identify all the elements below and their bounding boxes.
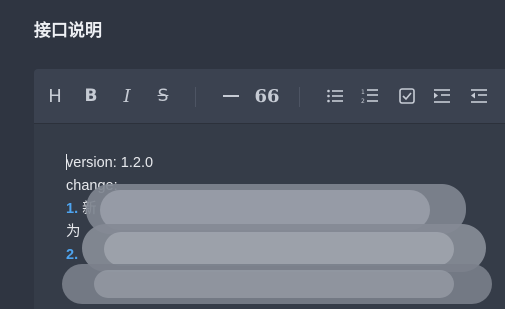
- redaction-blur: [94, 270, 454, 298]
- ordered-list-button[interactable]: 1 2: [356, 82, 384, 110]
- strikethrough-button[interactable]: S: [149, 82, 177, 110]
- toolbar-divider: [299, 87, 300, 107]
- svg-text:2: 2: [361, 98, 365, 105]
- indent-button[interactable]: [428, 82, 456, 110]
- section-title: 接口说明: [34, 21, 102, 41]
- redaction-blur: [104, 232, 454, 266]
- bullet-list-button[interactable]: [321, 82, 349, 110]
- horizontal-rule-icon: [223, 95, 239, 97]
- markdown-editor[interactable]: H B I S 66 1 2 version: 1.2.0 change: 1.…: [34, 69, 505, 309]
- ordered-list-icon: 1 2: [361, 89, 378, 105]
- editor-toolbar: H B I S 66 1 2: [34, 69, 505, 124]
- list-item-text: 为: [66, 224, 81, 240]
- list-number: 1.: [66, 201, 79, 217]
- indent-icon: [434, 89, 450, 103]
- checkbox-icon: [399, 88, 415, 104]
- heading-button[interactable]: H: [41, 82, 69, 110]
- version-text: version: 1.2.0: [66, 155, 154, 171]
- list-number: 2.: [66, 247, 79, 263]
- toolbar-divider: [195, 87, 196, 107]
- checkbox-list-button[interactable]: [393, 82, 421, 110]
- svg-text:1: 1: [361, 89, 365, 96]
- italic-button[interactable]: I: [113, 82, 141, 110]
- content-line: version: 1.2.0: [66, 152, 153, 175]
- horizontal-rule-button[interactable]: [217, 82, 245, 110]
- bold-button[interactable]: B: [77, 82, 105, 110]
- outdent-icon: [471, 89, 487, 103]
- editor-content[interactable]: version: 1.2.0 change: 1. 新 为 2.: [34, 124, 505, 309]
- quote-button[interactable]: 66: [253, 82, 281, 110]
- outdent-button[interactable]: [465, 82, 493, 110]
- bullet-list-icon: [327, 89, 343, 103]
